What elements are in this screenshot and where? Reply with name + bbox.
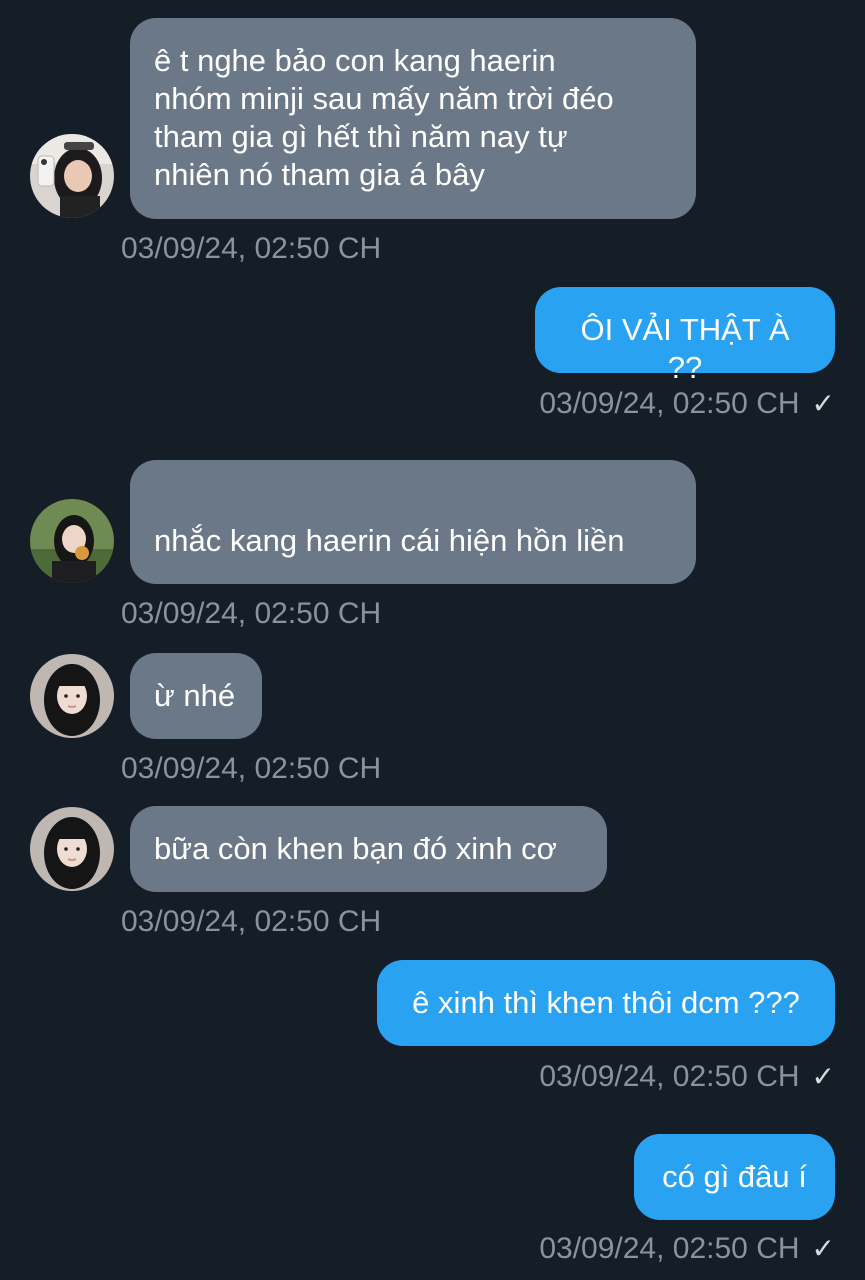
check-icon: ✓ <box>811 388 835 419</box>
timestamp-text: 03/09/24, 02:50 CH <box>539 1232 800 1265</box>
message-timestamp: 03/09/24, 02:50 CH <box>121 232 382 265</box>
message-timestamp: 03/09/24, 02:50 CH <box>121 752 382 785</box>
check-icon: ✓ <box>811 1061 835 1092</box>
check-icon: ✓ <box>811 1233 835 1264</box>
message-timestamp: 03/09/24, 02:50 CH ✓ <box>539 1231 835 1267</box>
message-text: nhắc kang haerin cái hiện hồn liền <box>154 523 625 558</box>
chat-thread[interactable]: ê t nghe bảo con kang haerin nhóm minji … <box>0 0 865 1280</box>
message-bubble[interactable]: nhắc kang haerin cái hiện hồn liền <box>130 460 696 711</box>
avatar-girl-portrait[interactable] <box>30 654 114 738</box>
message-bubble[interactable]: ừ nhé <box>130 653 262 739</box>
message-timestamp: 03/09/24, 02:50 CH ✓ <box>539 1059 835 1095</box>
avatar-girl-mirror-selfie[interactable] <box>30 134 114 218</box>
message-bubble[interactable]: ÔI VẢI THẬT À ?? <box>535 287 835 385</box>
message-bubble[interactable]: ê t nghe bảo con kang haerin nhóm minji … <box>130 18 696 219</box>
message-timestamp: 03/09/24, 02:50 CH ✓ <box>539 386 835 422</box>
avatar-girl-eating-outdoors[interactable] <box>30 499 114 583</box>
avatar-girl-portrait[interactable] <box>30 807 114 891</box>
message-timestamp: 03/09/24, 02:50 CH <box>121 597 382 630</box>
message-bubble[interactable]: bữa còn khen bạn đó xinh cơ <box>130 806 607 892</box>
timestamp-text: 03/09/24, 02:50 CH <box>539 387 800 420</box>
message-bubble[interactable]: có gì đâu í <box>634 1134 835 1220</box>
timestamp-text: 03/09/24, 02:50 CH <box>539 1060 800 1093</box>
message-timestamp: 03/09/24, 02:50 CH <box>121 905 382 938</box>
message-bubble[interactable]: ê xinh thì khen thôi dcm ??? <box>377 960 835 1046</box>
